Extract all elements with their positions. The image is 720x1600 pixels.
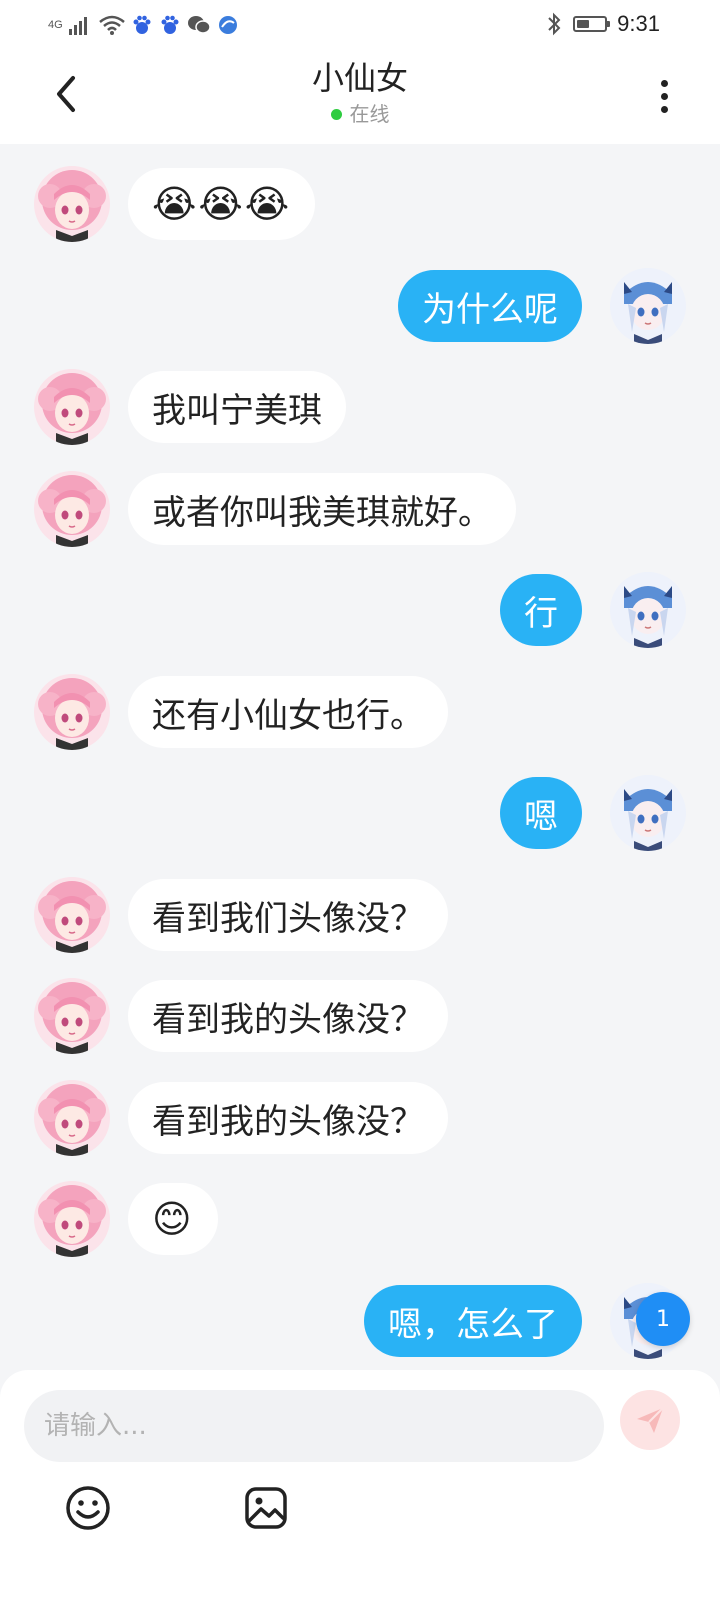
message-bubble[interactable]: 嗯，怎么了: [364, 1285, 582, 1357]
message-bubble[interactable]: 看到我的头像没？: [128, 1082, 448, 1154]
more-dot: [660, 105, 668, 113]
message-text: 行: [524, 593, 558, 634]
chat-header: 小仙女 在线: [0, 50, 720, 144]
outgoing-message: 为什么呢: [0, 268, 720, 348]
message-bubble[interactable]: 😊: [128, 1183, 218, 1255]
send-icon: [637, 1407, 664, 1433]
message-text: 嗯: [524, 796, 558, 837]
emoji-icon: [66, 1486, 110, 1530]
title-block: 小仙女 在线: [160, 56, 560, 128]
my-avatar[interactable]: [610, 268, 686, 344]
my-avatar[interactable]: [610, 775, 686, 851]
message-text: 或者你叫我美琪就好。: [152, 492, 492, 533]
incoming-message: 😭😭😭: [0, 166, 720, 246]
composer-bar: [0, 1370, 720, 1600]
message-text: 看到我们头像没？: [152, 898, 424, 939]
incoming-message: 或者你叫我美琪就好。: [0, 471, 720, 551]
message-bubble[interactable]: 为什么呢: [398, 270, 582, 342]
wifi-icon: [98, 15, 125, 35]
battery-level: [577, 20, 590, 28]
message-bubble[interactable]: 看到我们头像没？: [128, 879, 448, 951]
message-bubble[interactable]: 😭😭😭: [128, 168, 316, 240]
outgoing-message: 行: [0, 572, 720, 652]
message-bubble[interactable]: 我叫宁美琪: [128, 371, 346, 443]
bluetooth-icon: [548, 12, 561, 36]
online-status: 在线: [330, 100, 390, 128]
more-dot: [660, 92, 668, 100]
message-bubble[interactable]: 嗯: [500, 777, 582, 849]
contact-avatar[interactable]: [34, 166, 110, 242]
baidu-icon: [161, 15, 179, 34]
message-text: 嗯，怎么了: [388, 1304, 558, 1345]
contact-avatar[interactable]: [34, 674, 110, 750]
incoming-message: 看到我的头像没？: [0, 978, 720, 1058]
online-dot-icon: [330, 108, 342, 120]
emoji-button[interactable]: [62, 1482, 114, 1534]
incoming-message: 看到我们头像没？: [0, 877, 720, 957]
contact-avatar[interactable]: [34, 978, 110, 1054]
contact-avatar[interactable]: [34, 1181, 110, 1257]
unread-badge[interactable]: 1: [636, 1292, 690, 1346]
message-text: 看到我的头像没？: [152, 1101, 424, 1142]
my-avatar[interactable]: [610, 572, 686, 648]
message-list[interactable]: 😭😭😭 为什么呢我叫宁美琪或者你叫我美琪就好。行还有小仙女也行。嗯看到我们头像没？…: [0, 144, 720, 1370]
message-bubble[interactable]: 看到我的头像没？: [128, 980, 448, 1052]
back-button[interactable]: [40, 68, 92, 120]
message-emoji: 😭😭😭: [152, 182, 292, 226]
online-status-label: 在线: [349, 102, 390, 126]
message-text: 为什么呢: [422, 289, 558, 330]
outgoing-message: 嗯，怎么了: [0, 1283, 720, 1363]
message-input[interactable]: [24, 1390, 604, 1462]
message-bubble[interactable]: 或者你叫我美琪就好。: [128, 473, 516, 545]
more-menu-button[interactable]: [644, 72, 684, 120]
incoming-message: 还有小仙女也行。: [0, 674, 720, 754]
image-icon: [245, 1487, 287, 1529]
image-button[interactable]: [240, 1482, 292, 1534]
message-text: 看到我的头像没？: [152, 999, 424, 1040]
send-button[interactable]: [620, 1390, 680, 1450]
message-emoji: 😊: [152, 1197, 194, 1241]
message-text: 我叫宁美琪: [152, 390, 322, 431]
signal-icon: [68, 17, 87, 35]
incoming-message: 我叫宁美琪: [0, 369, 720, 449]
chevron-left-icon: [57, 76, 75, 112]
status-icons-left: 4G: [48, 12, 239, 38]
message-bubble[interactable]: 还有小仙女也行。: [128, 676, 448, 748]
contact-avatar[interactable]: [34, 369, 110, 445]
status-bar: 4G 9:31: [0, 0, 720, 50]
wechat-icon: [187, 16, 211, 34]
chat-screen: 4G 9:31 小仙女 在线 😭😭😭 为什么呢 我叫宁美琪 或者你叫我美琪就好。…: [0, 0, 720, 1600]
contact-avatar[interactable]: [34, 877, 110, 953]
incoming-message: 😊: [0, 1181, 720, 1261]
outgoing-message: 嗯: [0, 775, 720, 855]
baidu-icon: [133, 15, 151, 34]
contact-avatar[interactable]: [34, 1080, 110, 1156]
status-time: 9:31: [617, 11, 660, 36]
network-type-label: 4G: [48, 19, 63, 31]
status-icons-right: 9:31: [545, 10, 660, 38]
contact-avatar[interactable]: [34, 471, 110, 547]
battery-icon: [573, 16, 611, 32]
browser-icon: [218, 16, 237, 34]
incoming-message: 看到我的头像没？: [0, 1080, 720, 1160]
message-bubble[interactable]: 行: [500, 574, 582, 646]
more-dot: [660, 79, 668, 87]
page-title: 小仙女: [311, 59, 408, 97]
message-text: 还有小仙女也行。: [152, 695, 424, 736]
